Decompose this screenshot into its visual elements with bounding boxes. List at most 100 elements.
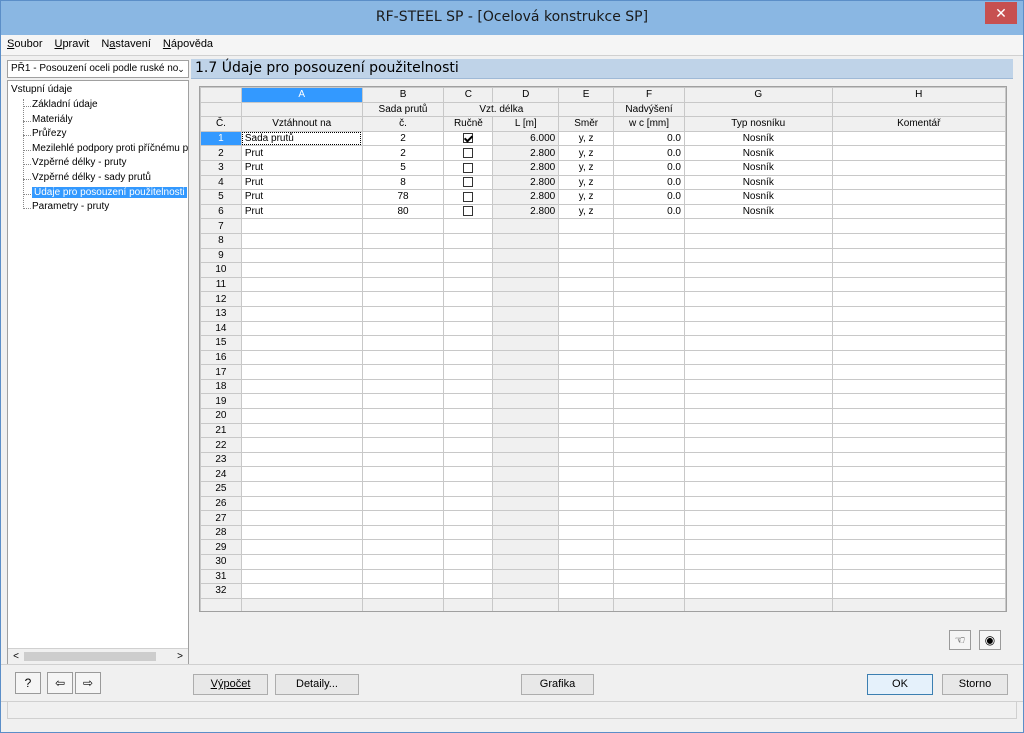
tree-item-2[interactable]: Průřezy: [32, 128, 66, 139]
direction-cell[interactable]: y, z: [558, 159, 615, 176]
direction-cell[interactable]: [558, 466, 615, 483]
precamber-cell[interactable]: 0.0: [613, 203, 685, 220]
comment-cell[interactable]: [831, 364, 1006, 380]
direction-cell[interactable]: [558, 349, 615, 366]
direction-cell[interactable]: [558, 539, 615, 555]
refer-to-cell[interactable]: [240, 335, 363, 351]
member-set-cell[interactable]: [361, 305, 445, 322]
manual-cell[interactable]: [443, 378, 494, 395]
beam-type-cell[interactable]: [683, 510, 833, 526]
title-bar[interactable]: RF-STEEL SP - [Ocelová konstrukce SP] ✕: [1, 1, 1023, 35]
manual-cell[interactable]: [443, 145, 494, 161]
refer-to-cell[interactable]: [240, 437, 363, 453]
row-number[interactable]: 5: [200, 189, 242, 205]
beam-type-cell[interactable]: [683, 349, 833, 366]
row-number[interactable]: 29: [200, 539, 242, 555]
menu-item-2[interactable]: Nastavení: [95, 35, 157, 50]
length-cell[interactable]: [492, 495, 560, 512]
length-cell[interactable]: [492, 305, 560, 322]
row-number[interactable]: 1: [200, 130, 242, 147]
comment-cell[interactable]: [831, 276, 1006, 293]
refer-to-cell[interactable]: [240, 364, 363, 380]
member-set-cell[interactable]: [361, 291, 445, 307]
precamber-cell[interactable]: [613, 364, 685, 380]
table-row[interactable]: 16: [200, 349, 1006, 366]
member-set-cell[interactable]: [361, 437, 445, 453]
refer-to-cell[interactable]: [240, 247, 363, 264]
member-set-cell[interactable]: [361, 554, 445, 570]
manual-cell[interactable]: [443, 495, 494, 512]
direction-cell[interactable]: y, z: [558, 130, 615, 147]
table-row[interactable]: 10: [200, 262, 1006, 278]
direction-cell[interactable]: [558, 305, 615, 322]
manual-cell[interactable]: [443, 159, 494, 176]
direction-cell[interactable]: [558, 554, 615, 570]
table-row[interactable]: 32: [200, 583, 1006, 599]
direction-cell[interactable]: y, z: [558, 174, 615, 191]
precamber-cell[interactable]: [613, 247, 685, 264]
tree-root-input-data[interactable]: Vstupní údaje: [11, 84, 72, 95]
length-cell[interactable]: 2.800: [492, 174, 560, 191]
column-letter-H[interactable]: H: [831, 87, 1006, 103]
member-set-cell[interactable]: [361, 510, 445, 526]
precamber-cell[interactable]: [613, 539, 685, 555]
manual-cell[interactable]: [443, 218, 494, 234]
length-cell[interactable]: 2.800: [492, 189, 560, 205]
beam-type-cell[interactable]: [683, 291, 833, 307]
member-set-cell[interactable]: [361, 495, 445, 512]
manual-cell[interactable]: [443, 349, 494, 366]
direction-cell[interactable]: [558, 568, 615, 585]
beam-type-cell[interactable]: [683, 451, 833, 468]
direction-cell[interactable]: [558, 451, 615, 468]
member-set-cell[interactable]: [361, 393, 445, 410]
direction-cell[interactable]: [558, 320, 615, 337]
length-cell[interactable]: [492, 481, 560, 497]
table-row[interactable]: 12: [200, 291, 1006, 307]
member-set-cell[interactable]: 8: [361, 174, 445, 191]
member-set-cell[interactable]: [361, 422, 445, 439]
refer-to-cell[interactable]: [240, 554, 363, 570]
refer-to-cell[interactable]: [240, 408, 363, 424]
column-letter-A[interactable]: A: [240, 87, 363, 103]
refer-to-cell[interactable]: [240, 218, 363, 234]
eye-icon[interactable]: ◉: [979, 630, 1001, 650]
manual-cell[interactable]: [443, 568, 494, 585]
comment-cell[interactable]: [831, 451, 1006, 468]
table-row[interactable]: 17: [200, 364, 1006, 380]
member-set-cell[interactable]: [361, 481, 445, 497]
row-number[interactable]: 21: [200, 422, 242, 439]
manual-checkbox[interactable]: [463, 162, 474, 173]
row-number[interactable]: 18: [200, 378, 242, 395]
tree-item-3[interactable]: Mezilehlé podpory proti příčnému po: [32, 143, 188, 154]
row-number[interactable]: 16: [200, 349, 242, 366]
length-cell[interactable]: [492, 583, 560, 599]
row-number[interactable]: 19: [200, 393, 242, 410]
direction-cell[interactable]: [558, 262, 615, 278]
comment-cell[interactable]: [831, 466, 1006, 483]
precamber-cell[interactable]: [613, 335, 685, 351]
direction-cell[interactable]: [558, 510, 615, 526]
comment-cell[interactable]: [831, 218, 1006, 234]
direction-cell[interactable]: [558, 378, 615, 395]
beam-type-cell[interactable]: Nosník: [683, 159, 833, 176]
comment-cell[interactable]: [831, 554, 1006, 570]
precamber-cell[interactable]: [613, 305, 685, 322]
beam-type-cell[interactable]: [683, 378, 833, 395]
precamber-cell[interactable]: [613, 262, 685, 278]
precamber-cell[interactable]: [613, 481, 685, 497]
help-icon[interactable]: ?: [15, 672, 41, 694]
comment-cell[interactable]: [831, 539, 1006, 555]
export-icon[interactable]: ⇨: [75, 672, 101, 694]
tree-item-1[interactable]: Materiály: [32, 114, 73, 125]
beam-type-cell[interactable]: Nosník: [683, 145, 833, 161]
length-cell[interactable]: [492, 510, 560, 526]
length-cell[interactable]: [492, 451, 560, 468]
table-row[interactable]: 18: [200, 378, 1006, 395]
comment-cell[interactable]: [831, 408, 1006, 424]
row-number[interactable]: 24: [200, 466, 242, 483]
comment-cell[interactable]: [831, 568, 1006, 585]
member-set-cell[interactable]: 5: [361, 159, 445, 176]
length-cell[interactable]: [492, 335, 560, 351]
refer-to-cell[interactable]: [240, 393, 363, 410]
refer-to-cell[interactable]: [240, 451, 363, 468]
